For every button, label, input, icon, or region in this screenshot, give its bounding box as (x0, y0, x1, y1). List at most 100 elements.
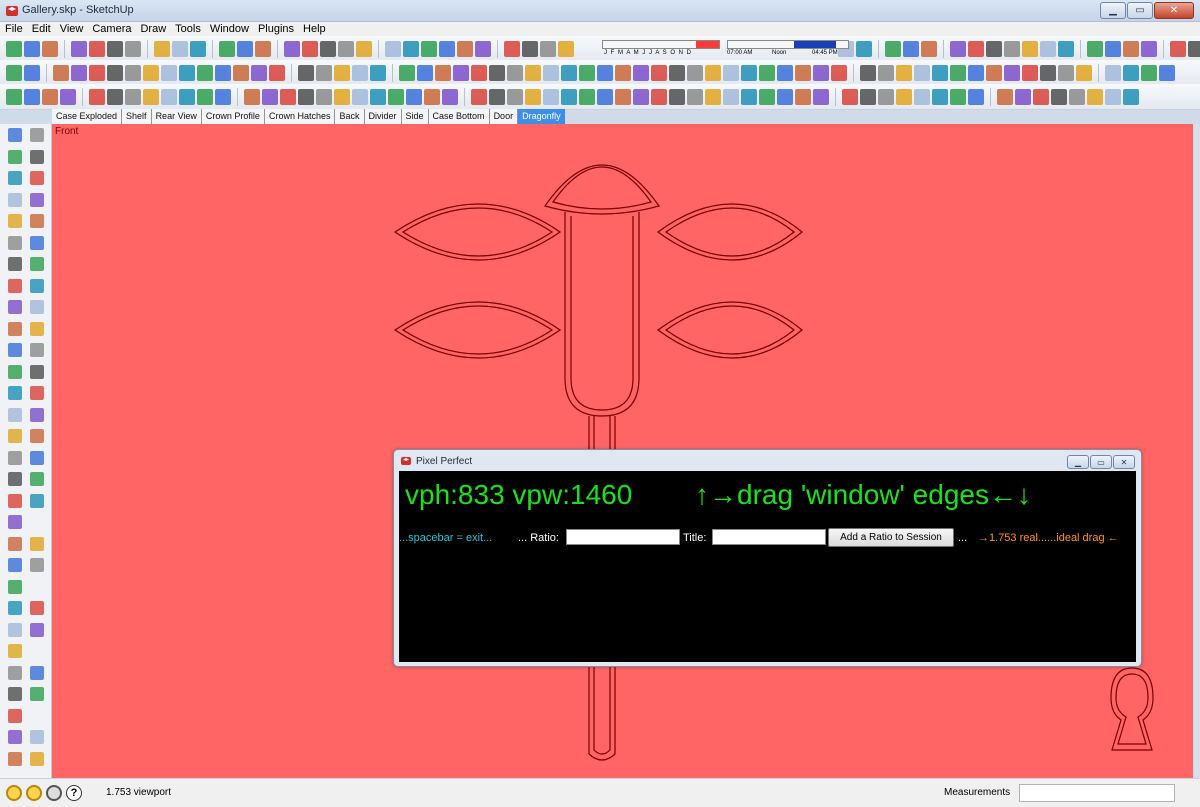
left-tool-icon[interactable] (8, 386, 22, 400)
title-input[interactable] (712, 529, 826, 545)
toolbar-tool-icon[interactable] (597, 64, 613, 81)
left-tool-icon[interactable] (8, 300, 22, 314)
toolbar-tool-icon[interactable] (968, 88, 984, 105)
toolbar-tool-icon[interactable] (475, 40, 491, 57)
toolbar-tool-icon[interactable] (399, 64, 415, 81)
toolbar-tool-icon[interactable] (302, 40, 318, 57)
left-tool-icon[interactable] (30, 235, 44, 250)
toolbar-tool-icon[interactable] (251, 64, 267, 81)
toolbar-tool-icon[interactable] (507, 64, 523, 81)
toolbar-tool-icon[interactable] (471, 88, 487, 105)
credits-icon[interactable] (26, 785, 42, 801)
left-tool-icon[interactable] (8, 515, 22, 529)
ratio-input[interactable] (566, 529, 680, 545)
left-tool-icon[interactable] (30, 343, 44, 357)
toolbar-tool-icon[interactable] (579, 88, 595, 105)
left-tool-icon[interactable] (30, 558, 44, 572)
left-tool-icon[interactable] (8, 644, 22, 658)
toolbar-tool-icon[interactable] (669, 64, 685, 81)
toolbar-tool-icon[interactable] (795, 88, 811, 105)
toolbar-tool-icon[interactable] (1022, 40, 1038, 57)
toolbar-tool-icon[interactable] (561, 88, 577, 105)
toolbar-tool-icon[interactable] (143, 88, 159, 105)
toolbar-tool-icon[interactable] (615, 88, 631, 105)
help-icon[interactable]: ? (66, 785, 82, 801)
toolbar-tool-icon[interactable] (107, 40, 123, 57)
toolbar-tool-icon[interactable] (1040, 64, 1056, 81)
toolbar-tool-icon[interactable] (1058, 40, 1074, 57)
toolbar-tool-icon[interactable] (107, 88, 123, 105)
left-tool-icon[interactable] (30, 171, 44, 185)
menu-edit[interactable]: Edit (32, 23, 51, 35)
toolbar-tool-icon[interactable] (896, 64, 912, 81)
toolbar-tool-icon[interactable] (457, 40, 473, 57)
toolbar-tool-icon[interactable] (298, 64, 314, 81)
toolbar-tool-icon[interactable] (442, 88, 458, 105)
tab-shelf[interactable]: Shelf (122, 109, 152, 124)
toolbar-tool-icon[interactable] (615, 64, 631, 81)
toolbar-tool-icon[interactable] (633, 64, 649, 81)
geo-location-icon[interactable] (6, 785, 22, 801)
left-tool-icon[interactable] (30, 687, 44, 701)
left-tool-icon[interactable] (30, 386, 44, 400)
left-tool-icon[interactable] (30, 149, 44, 164)
toolbar-tool-icon[interactable] (161, 88, 177, 105)
toolbar-tool-icon[interactable] (1087, 88, 1103, 105)
toolbar-tool-icon[interactable] (932, 64, 948, 81)
toolbar-tool-icon[interactable] (370, 64, 386, 81)
left-tool-icon[interactable] (30, 364, 44, 379)
toolbar-tool-icon[interactable] (741, 88, 757, 105)
left-tool-icon[interactable] (8, 751, 22, 766)
toolbar-tool-icon[interactable] (507, 88, 523, 105)
toolbar-tool-icon[interactable] (1159, 64, 1175, 81)
toolbar-tool-icon[interactable] (316, 88, 332, 105)
toolbar-tool-icon[interactable] (338, 40, 354, 57)
tab-back[interactable]: Back (335, 109, 365, 124)
toolbar-tool-icon[interactable] (986, 64, 1002, 81)
toolbar-tool-icon[interactable] (795, 64, 811, 81)
toolbar-tool-icon[interactable] (831, 64, 847, 81)
toolbar-tool-icon[interactable] (125, 88, 141, 105)
left-tool-icon[interactable] (8, 214, 22, 228)
toolbar-tool-icon[interactable] (125, 40, 141, 57)
toolbar-tool-icon[interactable] (233, 64, 249, 81)
pixel-perfect-dialog[interactable]: Pixel Perfect ▁ ▭ ✕ vph:833 vpw:1460 ↑→d… (393, 449, 1142, 667)
toolbar-tool-icon[interactable] (179, 64, 195, 81)
toolbar-tool-icon[interactable] (356, 40, 372, 57)
toolbar-tool-icon[interactable] (1188, 40, 1200, 57)
left-tool-icon[interactable] (30, 536, 44, 551)
toolbar-tool-icon[interactable] (197, 88, 213, 105)
toolbar-tool-icon[interactable] (489, 64, 505, 81)
toolbar-tool-icon[interactable] (525, 64, 541, 81)
toolbar-tool-icon[interactable] (197, 64, 213, 81)
toolbar-tool-icon[interactable] (53, 64, 69, 81)
toolbar-tool-icon[interactable] (896, 88, 912, 105)
toolbar-tool-icon[interactable] (6, 40, 22, 57)
toolbar-tool-icon[interactable] (280, 88, 296, 105)
left-tool-icon[interactable] (30, 601, 44, 615)
toolbar-tool-icon[interactable] (705, 88, 721, 105)
left-tool-icon[interactable] (8, 128, 22, 142)
toolbar-tool-icon[interactable] (215, 64, 231, 81)
measurements-input[interactable] (1019, 784, 1175, 802)
toolbar-tool-icon[interactable] (878, 88, 894, 105)
left-tool-icon[interactable] (30, 751, 44, 766)
left-tool-icon[interactable] (8, 472, 22, 486)
toolbar-tool-icon[interactable] (1123, 40, 1139, 57)
toolbar-tool-icon[interactable] (269, 64, 285, 81)
toolbar-tool-icon[interactable] (921, 40, 937, 57)
left-tool-icon[interactable] (8, 708, 22, 723)
left-tool-icon[interactable] (8, 235, 22, 250)
left-tool-icon[interactable] (8, 450, 22, 465)
left-tool-icon[interactable] (30, 429, 44, 443)
tab-crown-hatches[interactable]: Crown Hatches (264, 109, 336, 124)
toolbar-tool-icon[interactable] (504, 40, 520, 57)
left-tool-icon[interactable] (30, 407, 44, 422)
toolbar-tool-icon[interactable] (777, 64, 793, 81)
toolbar-tool-icon[interactable] (1022, 64, 1038, 81)
tab-case-bottom[interactable]: Case Bottom (428, 109, 490, 124)
toolbar-tool-icon[interactable] (856, 40, 872, 57)
toolbar-tool-icon[interactable] (1141, 64, 1157, 81)
toolbar-tool-icon[interactable] (352, 88, 368, 105)
left-tool-icon[interactable] (8, 364, 22, 379)
